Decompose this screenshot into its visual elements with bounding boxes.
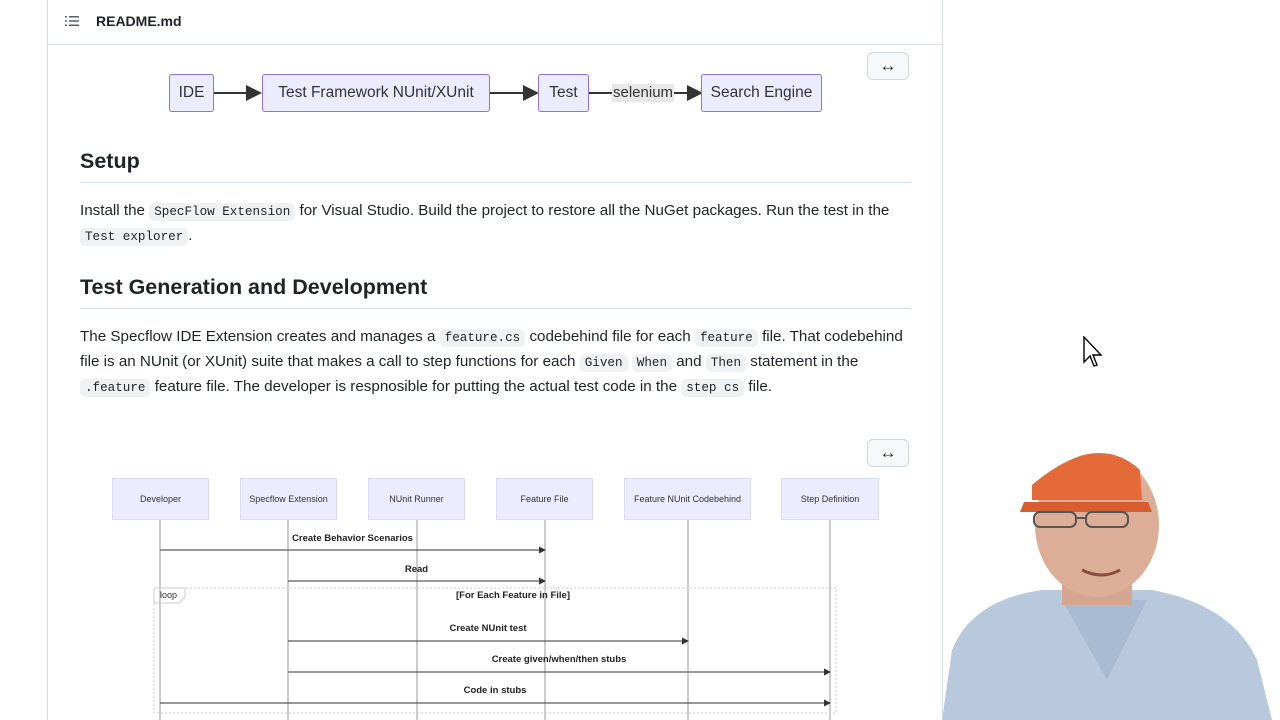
inline-code: Test explorer [80, 228, 189, 246]
testgen-heading: Test Generation and Development [80, 275, 911, 309]
inline-code: .feature [80, 379, 151, 397]
actor-feature-codebehind: Feature NUnit Codebehind [624, 478, 751, 520]
actor-feature-file: Feature File [496, 478, 593, 520]
inline-code: SpecFlow Extension [149, 203, 296, 221]
file-header: README.md [48, 0, 942, 45]
msg-label-create-scenarios: Create Behavior Scenarios [292, 533, 413, 544]
msg-label-read: Read [404, 564, 429, 575]
flow-node-test: Test [538, 74, 589, 112]
actor-step-definition: Step Definition [781, 478, 879, 520]
msg-label-code-stubs: Code in stubs [463, 685, 527, 696]
loop-condition: [For Each Feature in File] [455, 590, 571, 601]
setup-heading: Setup [80, 149, 911, 183]
edge-label-selenium: selenium [612, 84, 675, 102]
mouse-cursor-icon [1083, 336, 1103, 367]
list-unordered-icon[interactable] [64, 13, 80, 29]
actor-developer: Developer [112, 478, 209, 520]
arrows-horizontal-icon: ↔ [879, 443, 897, 462]
setup-paragraph: Install the SpecFlow Extension for Visua… [80, 202, 890, 246]
expand-sequence-button[interactable]: ↔ [867, 439, 909, 467]
actor-nunit-runner: NUnit Runner [368, 478, 465, 520]
actor-specflow-extension: Specflow Extension [240, 478, 337, 520]
flow-node-framework: Test Framework NUnit/XUnit [262, 74, 490, 112]
testgen-paragraph: The Specflow IDE Extension creates and m… [80, 328, 903, 397]
flow-node-search-engine: Search Engine [701, 74, 822, 112]
presenter-webcam [942, 453, 1272, 720]
inline-code: step cs [681, 379, 745, 397]
file-name: README.md [96, 13, 182, 29]
inline-code: feature [694, 329, 758, 347]
readme-panel: README.md ↔ IDE Test Framework NUnit/XUn… [47, 0, 943, 720]
loop-label: loop [160, 590, 178, 600]
inline-code: Given [579, 354, 628, 372]
msg-label-create-stubs: Create given/when/then stubs [491, 654, 627, 665]
flow-node-ide: IDE [169, 74, 214, 112]
inline-code: feature.cs [439, 329, 526, 347]
msg-label-create-nunit: Create NUnit test [449, 623, 527, 634]
inline-code: When [631, 354, 672, 372]
inline-code: Then [705, 354, 747, 372]
